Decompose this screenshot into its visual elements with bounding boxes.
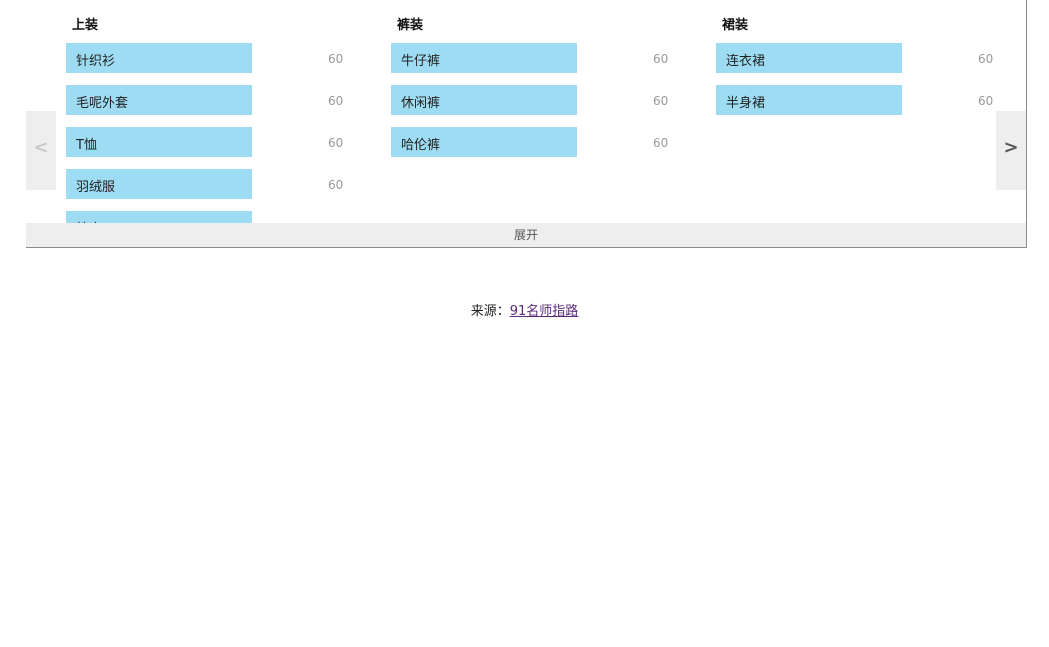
category-chip[interactable]: 毛呢外套 [66, 85, 252, 115]
column-title: 裙装 [722, 18, 749, 33]
category-item-label: 哈伦裤 [401, 138, 441, 153]
category-item[interactable]: 牛仔裤 60 [391, 43, 691, 73]
source-line: 来源：91名师指路 [0, 300, 1049, 319]
category-item-count: 60 [978, 52, 994, 66]
category-item-count: 60 [653, 136, 669, 150]
source-link[interactable]: 91名师指路 [510, 304, 579, 319]
category-item-count: 60 [328, 52, 344, 66]
category-item-count: 60 [653, 94, 669, 108]
category-item[interactable]: 半身裙 60 [716, 85, 1016, 115]
chevron-right-icon: > [1003, 137, 1019, 158]
category-item[interactable]: 针织衫 60 [66, 43, 366, 73]
category-item-count: 60 [978, 94, 994, 108]
category-item[interactable]: 连衣裙 60 [716, 43, 1016, 73]
expand-label: 展开 [513, 228, 538, 242]
category-viewport: 上装 针织衫 60 毛呢外套 60 T恤 60 羽绒服 60 裤装 牛仔裤 60… [26, 0, 1026, 223]
category-item[interactable]: 休闲裤 60 [391, 85, 691, 115]
category-item[interactable]: 哈伦裤 60 [391, 127, 691, 157]
category-item-count: 60 [328, 94, 344, 108]
category-chip[interactable]: 针织衫 [66, 43, 252, 73]
category-chip[interactable]: 半身裙 [716, 85, 902, 115]
source-prefix: 来源： [470, 304, 510, 319]
category-item-label: 休闲裤 [401, 96, 441, 111]
expand-button[interactable]: 展开 [26, 223, 1026, 247]
category-item[interactable]: 毛呢外套 60 [66, 85, 366, 115]
category-item[interactable]: 羽绒服 60 [66, 169, 366, 199]
category-item-label: T恤 [76, 138, 97, 153]
category-item[interactable]: T恤 60 [66, 127, 366, 157]
category-item-label: 针织衫 [76, 54, 116, 69]
category-item-count: 60 [328, 136, 344, 150]
category-item-count: 60 [653, 52, 669, 66]
category-chip[interactable]: 牛仔裤 [391, 43, 577, 73]
category-chip[interactable]: 棉衣 [66, 211, 252, 223]
category-chip[interactable]: 羽绒服 [66, 169, 252, 199]
category-item-label: 羽绒服 [76, 180, 116, 195]
category-item-label: 半身裙 [726, 96, 766, 111]
category-item[interactable]: 棉衣 [66, 211, 366, 223]
category-chip[interactable]: 哈伦裤 [391, 127, 577, 157]
category-chip[interactable]: 连衣裙 [716, 43, 902, 73]
prev-button[interactable]: < [26, 111, 56, 190]
category-item-count: 60 [328, 178, 344, 192]
column-title: 裤装 [397, 18, 424, 33]
chevron-left-icon: < [33, 137, 49, 158]
column-title: 上装 [72, 18, 99, 33]
category-panel: 上装 针织衫 60 毛呢外套 60 T恤 60 羽绒服 60 裤装 牛仔裤 60… [26, 0, 1027, 248]
category-item-label: 牛仔裤 [401, 54, 441, 69]
category-item-label: 连衣裙 [726, 54, 766, 69]
next-button[interactable]: > [996, 111, 1026, 190]
category-item-label: 毛呢外套 [76, 96, 129, 111]
category-chip[interactable]: 休闲裤 [391, 85, 577, 115]
category-chip[interactable]: T恤 [66, 127, 252, 157]
